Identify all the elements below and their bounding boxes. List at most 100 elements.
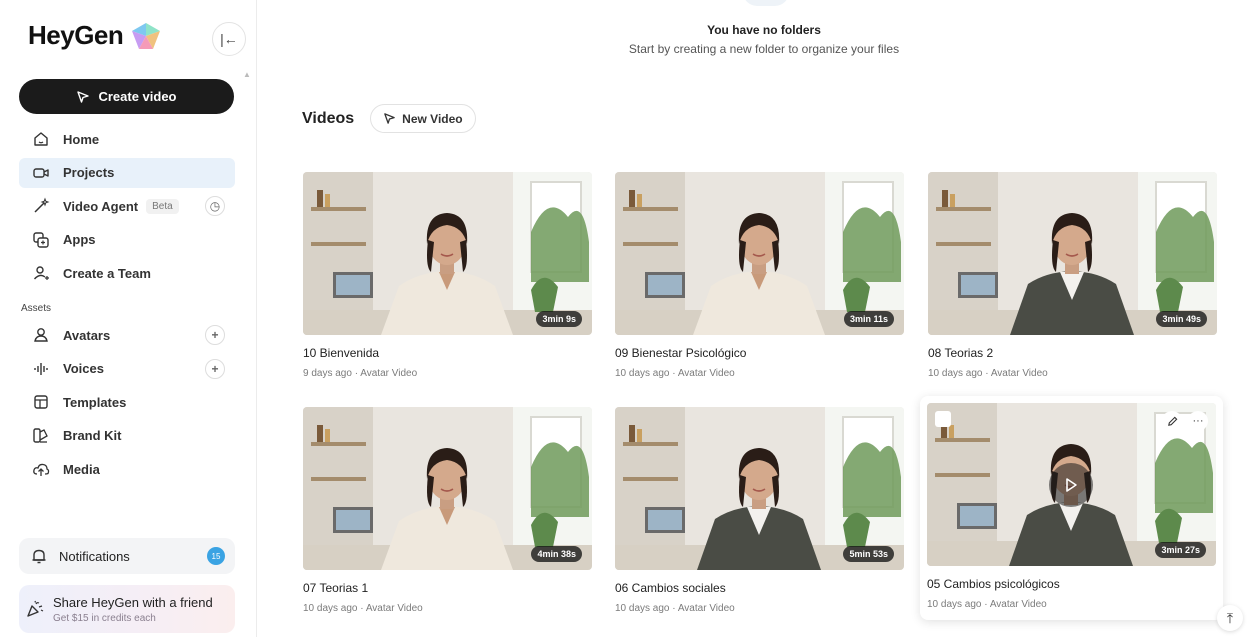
video-camera-icon bbox=[31, 163, 51, 183]
video-thumbnail[interactable]: 5min 53s bbox=[615, 407, 904, 570]
template-icon bbox=[31, 392, 51, 412]
edit-pencil-icon[interactable] bbox=[1162, 411, 1182, 431]
new-video-label: New Video bbox=[402, 111, 463, 126]
empty-folders-title: You have no folders bbox=[707, 23, 821, 37]
sidebar-item-templates[interactable]: Templates bbox=[19, 387, 235, 417]
sidebar-item-home[interactable]: Home bbox=[19, 124, 235, 154]
sidebar-item-label: Templates bbox=[63, 394, 127, 410]
add-avatar-plus-icon[interactable]: + bbox=[205, 325, 225, 345]
video-card[interactable]: 3min 49s 08 Teorias 2 10 days ago · Avat… bbox=[928, 172, 1217, 379]
share-subtitle: Get $15 in credits each bbox=[53, 612, 156, 624]
video-thumbnail[interactable]: 4min 38s bbox=[303, 407, 592, 570]
avatar-icon bbox=[31, 325, 51, 345]
sidebar-item-label: Media bbox=[63, 461, 100, 477]
voice-waveform-icon bbox=[31, 359, 51, 379]
video-title[interactable]: 06 Cambios sociales bbox=[615, 581, 904, 595]
create-video-label: Create video bbox=[98, 89, 177, 104]
video-title[interactable]: 07 Teorias 1 bbox=[303, 581, 592, 595]
videos-header: Videos New Video bbox=[302, 104, 476, 133]
sidebar-item-projects[interactable]: Projects bbox=[19, 157, 235, 188]
video-meta: 10 days ago · Avatar Video bbox=[303, 603, 423, 614]
video-duration-badge: 3min 11s bbox=[843, 311, 894, 327]
empty-folders-illustration bbox=[743, 0, 789, 6]
sidebar-item-brand-kit[interactable]: Brand Kit bbox=[19, 421, 235, 451]
heygen-logo-icon bbox=[132, 22, 161, 49]
arrow-up-to-line-icon: ⤒ bbox=[1226, 609, 1234, 626]
history-icon[interactable]: ◷ bbox=[205, 196, 225, 217]
add-voice-plus-icon[interactable]: + bbox=[205, 358, 225, 379]
collapse-left-icon: |← bbox=[220, 31, 238, 47]
share-title: Share HeyGen with a friend bbox=[53, 594, 213, 610]
video-meta: 10 days ago · Avatar Video bbox=[615, 368, 735, 379]
sidebar-item-label: Video Agent bbox=[63, 198, 139, 214]
apps-icon bbox=[31, 230, 51, 250]
sidebar-item-label: Home bbox=[63, 131, 100, 147]
video-thumbnail[interactable]: 3min 27s ··· bbox=[927, 403, 1216, 566]
sidebar-item-media[interactable]: Media bbox=[19, 454, 235, 484]
sidebar-item-avatars[interactable]: Avatars + bbox=[19, 320, 235, 350]
video-title[interactable]: 09 Bienestar Psicológico bbox=[615, 346, 904, 360]
sidebar-item-label: Brand Kit bbox=[63, 428, 122, 444]
home-icon bbox=[31, 129, 51, 149]
video-meta: 10 days ago · Avatar Video bbox=[615, 603, 735, 614]
video-title[interactable]: 08 Teorias 2 bbox=[928, 346, 1217, 360]
bell-icon bbox=[29, 546, 49, 566]
video-title[interactable]: 05 Cambios psicológicos bbox=[927, 577, 1216, 591]
brand-name: HeyGen bbox=[28, 20, 124, 50]
video-card[interactable]: 3min 9s 10 Bienvenida 9 days ago · Avata… bbox=[303, 172, 592, 379]
party-popper-icon bbox=[25, 599, 45, 619]
collapse-sidebar-button[interactable]: |← bbox=[212, 22, 246, 56]
empty-folders-subtitle: Start by creating a new folder to organi… bbox=[628, 42, 900, 56]
notifications-count-badge: 15 bbox=[207, 547, 225, 565]
play-icon[interactable] bbox=[1049, 463, 1093, 507]
more-options-icon[interactable]: ··· bbox=[1188, 411, 1208, 431]
cursor-click-icon bbox=[384, 113, 395, 124]
notifications-button[interactable]: Notifications 15 bbox=[19, 538, 235, 574]
sidebar: HeyGen |← ▲ Create video Home Projects V… bbox=[0, 0, 257, 637]
video-thumbnail[interactable]: 3min 49s bbox=[928, 172, 1217, 335]
sidebar-item-voices[interactable]: Voices + bbox=[19, 354, 235, 384]
cloud-upload-icon bbox=[31, 459, 51, 479]
notifications-label: Notifications bbox=[59, 548, 130, 564]
main-nav: Home Projects Video Agent Beta ◷ Apps Cr… bbox=[19, 124, 235, 292]
share-referral-banner[interactable]: Share HeyGen with a friend Get $15 in cr… bbox=[19, 585, 235, 633]
app: HeyGen |← ▲ Create video Home Projects V… bbox=[0, 0, 1257, 637]
beta-badge: Beta bbox=[146, 198, 179, 214]
brand-kit-icon bbox=[31, 426, 51, 446]
video-duration-badge: 3min 27s bbox=[1155, 542, 1206, 558]
sidebar-item-label: Apps bbox=[63, 232, 96, 248]
sidebar-item-label: Avatars bbox=[63, 327, 111, 343]
logo[interactable]: HeyGen bbox=[28, 20, 163, 51]
video-card[interactable]: 3min 11s 09 Bienestar Psicológico 10 day… bbox=[615, 172, 904, 379]
video-duration-badge: 3min 49s bbox=[1156, 311, 1207, 327]
video-duration-badge: 5min 53s bbox=[843, 546, 894, 562]
video-card[interactable]: 5min 53s 06 Cambios sociales 10 days ago… bbox=[615, 407, 904, 614]
scroll-to-top-button[interactable]: ⤒ bbox=[1217, 605, 1243, 631]
video-card[interactable]: 4min 38s 07 Teorias 1 10 days ago · Avat… bbox=[303, 407, 592, 614]
video-meta: 10 days ago · Avatar Video bbox=[928, 368, 1048, 379]
video-meta: 10 days ago · Avatar Video bbox=[927, 599, 1047, 610]
share-text: Share HeyGen with a friend Get $15 in cr… bbox=[53, 595, 213, 624]
main-content: You have no folders Start by creating a … bbox=[258, 0, 1257, 637]
video-duration-badge: 4min 38s bbox=[531, 546, 582, 562]
sidebar-item-create-team[interactable]: Create a Team bbox=[19, 258, 235, 288]
select-video-checkbox[interactable] bbox=[935, 411, 951, 427]
sidebar-scroll-up-icon[interactable]: ▲ bbox=[243, 70, 251, 79]
video-thumbnail[interactable]: 3min 11s bbox=[615, 172, 904, 335]
sidebar-item-label: Create a Team bbox=[63, 265, 151, 281]
video-thumbnail[interactable]: 3min 9s bbox=[303, 172, 592, 335]
video-duration-badge: 3min 9s bbox=[536, 311, 582, 327]
magic-wand-icon bbox=[31, 196, 51, 216]
sidebar-item-apps[interactable]: Apps bbox=[19, 225, 235, 255]
video-card-hovered[interactable]: 3min 27s ··· 05 Cambios psicológicos 10 d… bbox=[920, 396, 1223, 620]
create-video-button[interactable]: Create video bbox=[19, 79, 234, 114]
video-meta: 9 days ago · Avatar Video bbox=[303, 368, 418, 379]
assets-nav: Avatars + Voices + Templates Brand Kit M… bbox=[19, 320, 235, 488]
videos-section-title: Videos bbox=[302, 109, 355, 127]
sidebar-item-label: Voices bbox=[63, 361, 104, 377]
sidebar-item-video-agent[interactable]: Video Agent Beta ◷ bbox=[19, 191, 235, 221]
new-video-button[interactable]: New Video bbox=[370, 104, 476, 133]
video-title[interactable]: 10 Bienvenida bbox=[303, 346, 592, 360]
add-user-icon bbox=[31, 263, 51, 283]
sidebar-item-label: Projects bbox=[63, 165, 115, 181]
